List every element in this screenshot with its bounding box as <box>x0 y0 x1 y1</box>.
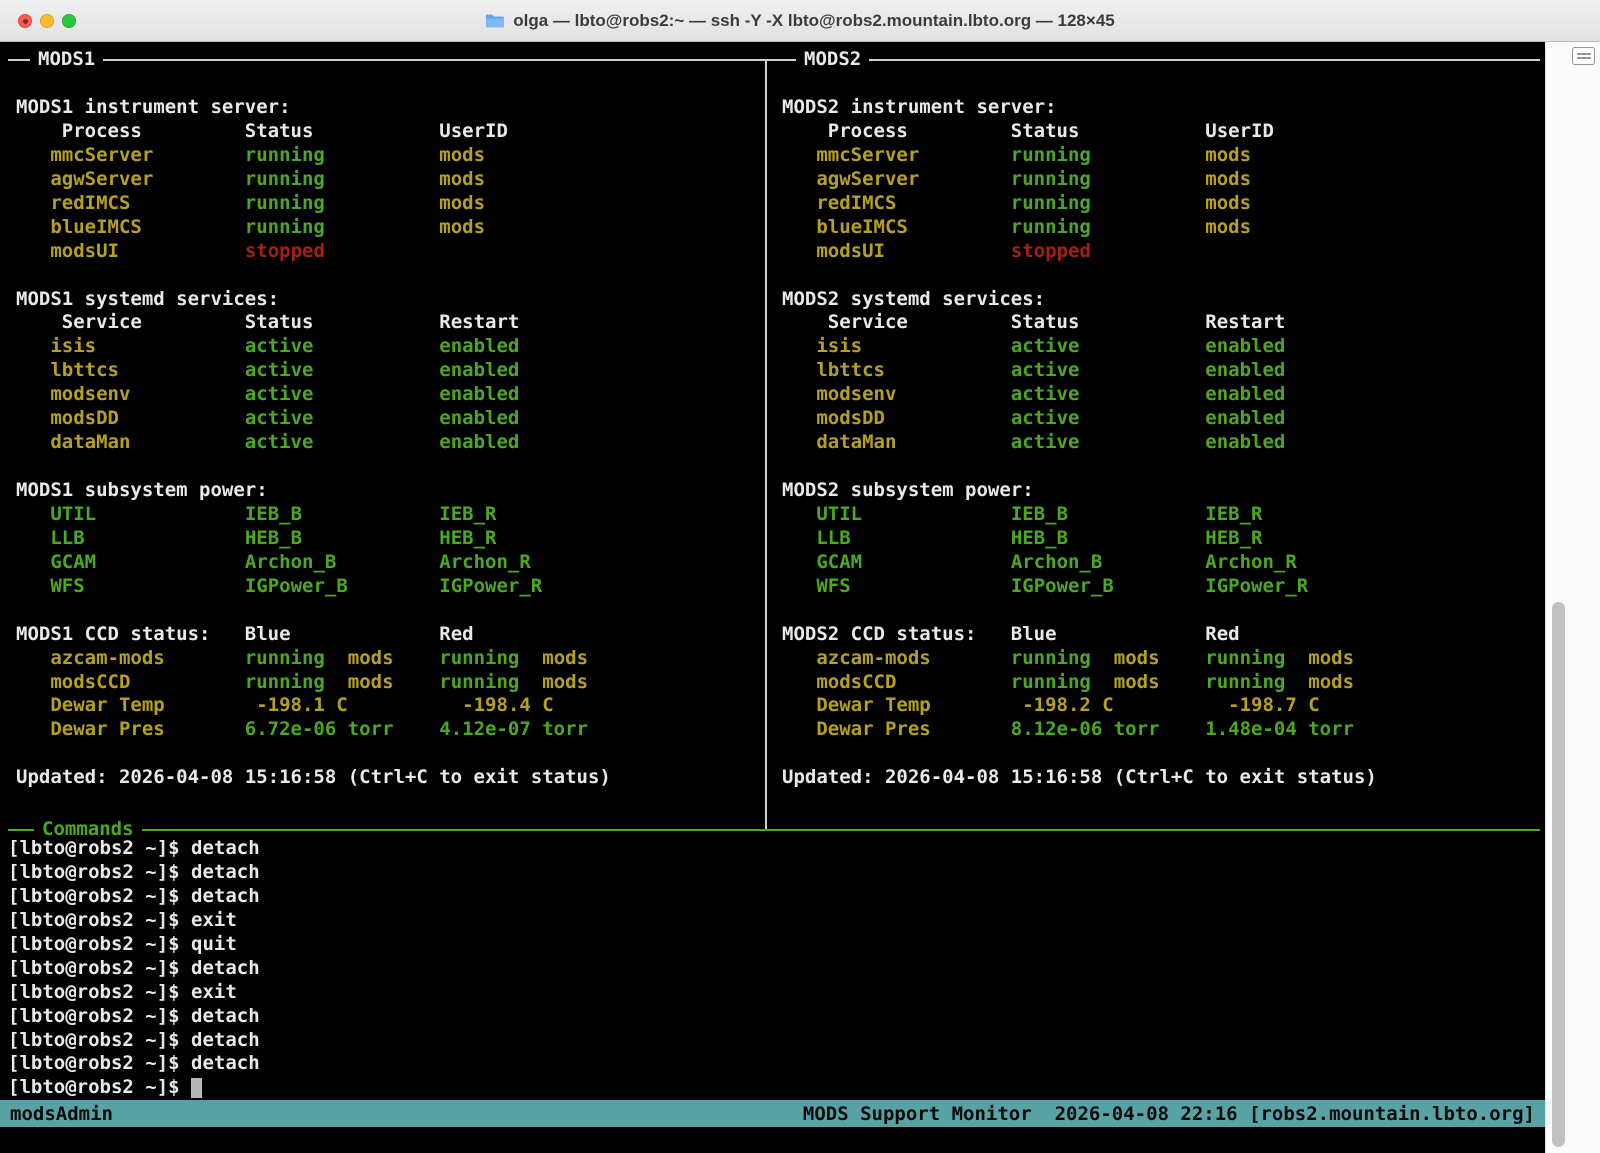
terminal-line <box>16 742 760 766</box>
terminal-line: Dewar Temp -198.2 C -198.7 C <box>782 694 1540 718</box>
terminal-line: modsenv active enabled <box>16 383 760 407</box>
terminal-line: WFS IGPower_B IGPower_R <box>782 575 1540 599</box>
terminal-line: [lbto@robs2 ~]$ quit <box>8 933 1538 957</box>
terminal-line <box>16 455 760 479</box>
terminal-line: Dewar Pres 8.12e-06 torr 1.48e-04 torr <box>782 718 1540 742</box>
terminal-line: modsCCD running mods running mods <box>782 671 1540 695</box>
terminal-line: azcam-mods running mods running mods <box>782 647 1540 671</box>
terminal-line: [lbto@robs2 ~]$ detach <box>8 1052 1538 1076</box>
terminal-line: MODS2 systemd services: <box>782 288 1540 312</box>
terminal-line: agwServer running mods <box>16 168 760 192</box>
terminal-line: WFS IGPower_B IGPower_R <box>16 575 760 599</box>
terminal-line <box>782 599 1540 623</box>
terminal-line: blueIMCS running mods <box>782 216 1540 240</box>
terminal-line: [lbto@robs2 ~]$ <box>8 1076 1538 1100</box>
terminal-window: olga — lbto@robs2:~ — ssh -Y -X lbto@rob… <box>0 0 1600 1153</box>
pane-label-mods1: MODS1 <box>30 47 103 71</box>
terminal-line: [lbto@robs2 ~]$ detach <box>8 837 1538 861</box>
tmux-status-bar: modsAdmin MODS Support Monitor 2026-04-0… <box>0 1100 1545 1127</box>
terminal-line: modsenv active enabled <box>782 383 1540 407</box>
panes-top-border <box>8 59 1540 61</box>
terminal-line: blueIMCS running mods <box>16 216 760 240</box>
status-right: MODS Support Monitor 2026-04-08 22:16 [r… <box>803 1103 1535 1125</box>
zoom-button[interactable] <box>62 14 76 28</box>
titlebar[interactable]: olga — lbto@robs2:~ — ssh -Y -X lbto@rob… <box>0 0 1600 42</box>
terminal-line: Process Status UserID <box>16 120 760 144</box>
terminal-line: modsDD active enabled <box>16 407 760 431</box>
window-controls <box>18 0 76 42</box>
terminal-line: Dewar Temp -198.1 C -198.4 C <box>16 694 760 718</box>
terminal-line: MODS1 systemd services: <box>16 288 760 312</box>
terminal-line: isis active enabled <box>16 335 760 359</box>
terminal-line: [lbto@robs2 ~]$ detach <box>8 957 1538 981</box>
terminal-line: Dewar Pres 6.72e-06 torr 4.12e-07 torr <box>16 718 760 742</box>
terminal-line: modsCCD running mods running mods <box>16 671 760 695</box>
scrollbar-track[interactable] <box>1545 42 1600 1153</box>
terminal-line: [lbto@robs2 ~]$ detach <box>8 885 1538 909</box>
terminal-line: MODS2 subsystem power: <box>782 479 1540 503</box>
terminal-line <box>16 599 760 623</box>
terminal-line: lbttcs active enabled <box>782 359 1540 383</box>
terminal-line: dataMan active enabled <box>16 431 760 455</box>
terminal-line: [lbto@robs2 ~]$ detach <box>8 861 1538 885</box>
terminal-line: LLB HEB_B HEB_R <box>782 527 1540 551</box>
terminal-line: [lbto@robs2 ~]$ exit <box>8 981 1538 1005</box>
terminal-content: MODS1 MODS2 Commands MODS1 instrument se… <box>0 42 1600 1153</box>
terminal-line: MODS1 instrument server: <box>16 96 760 120</box>
pane-label-mods2: MODS2 <box>796 47 869 71</box>
terminal-line: [lbto@robs2 ~]$ exit <box>8 909 1538 933</box>
window-title: olga — lbto@robs2:~ — ssh -Y -X lbto@rob… <box>0 11 1600 31</box>
terminal-line: MODS2 instrument server: <box>782 96 1540 120</box>
terminal-line: UTIL IEB_B IEB_R <box>16 503 760 527</box>
terminal-line: Process Status UserID <box>782 120 1540 144</box>
terminal-line: mmcServer running mods <box>16 144 760 168</box>
mods1-pane[interactable]: MODS1 instrument server: Process Status … <box>16 96 760 790</box>
pane-divider[interactable] <box>765 59 767 829</box>
terminal-cursor <box>191 1078 202 1098</box>
terminal-line: Service Status Restart <box>782 311 1540 335</box>
terminal-line: MODS1 subsystem power: <box>16 479 760 503</box>
terminal-line <box>782 264 1540 288</box>
folder-icon <box>485 13 505 29</box>
terminal-line: redIMCS running mods <box>782 192 1540 216</box>
terminal-line: Updated: 2026-04-08 15:16:58 (Ctrl+C to … <box>16 766 760 790</box>
pane-layout-icon[interactable] <box>1572 47 1595 65</box>
terminal-line: LLB HEB_B HEB_R <box>16 527 760 551</box>
session-name: modsAdmin <box>10 1103 113 1125</box>
terminal-line: modsDD active enabled <box>782 407 1540 431</box>
terminal-line: [lbto@robs2 ~]$ detach <box>8 1029 1538 1053</box>
terminal-line: redIMCS running mods <box>16 192 760 216</box>
commands-pane[interactable]: [lbto@robs2 ~]$ detach[lbto@robs2 ~]$ de… <box>8 837 1538 1100</box>
terminal-line <box>782 455 1540 479</box>
mods2-pane[interactable]: MODS2 instrument server: Process Status … <box>782 96 1540 790</box>
minimize-button[interactable] <box>40 14 54 28</box>
terminal-line: MODS1 CCD status: Blue Red <box>16 623 760 647</box>
window-title-text: olga — lbto@robs2:~ — ssh -Y -X lbto@rob… <box>513 11 1114 31</box>
terminal-line: mmcServer running mods <box>782 144 1540 168</box>
terminal-line <box>782 742 1540 766</box>
terminal-line: UTIL IEB_B IEB_R <box>782 503 1540 527</box>
terminal-line: isis active enabled <box>782 335 1540 359</box>
terminal-line: dataMan active enabled <box>782 431 1540 455</box>
terminal-line: MODS2 CCD status: Blue Red <box>782 623 1540 647</box>
terminal-line: GCAM Archon_B Archon_R <box>16 551 760 575</box>
terminal-line: Updated: 2026-04-08 15:16:58 (Ctrl+C to … <box>782 766 1540 790</box>
terminal-line <box>16 264 760 288</box>
terminal-line: azcam-mods running mods running mods <box>16 647 760 671</box>
commands-pane-border <box>8 829 1540 831</box>
terminal-line: modsUI stopped <box>782 240 1540 264</box>
terminal-line: agwServer running mods <box>782 168 1540 192</box>
terminal-line: [lbto@robs2 ~]$ detach <box>8 1005 1538 1029</box>
terminal-line: GCAM Archon_B Archon_R <box>782 551 1540 575</box>
scrollbar-thumb[interactable] <box>1552 602 1565 1147</box>
terminal-line: lbttcs active enabled <box>16 359 760 383</box>
close-button[interactable] <box>18 14 32 28</box>
terminal-line: Service Status Restart <box>16 311 760 335</box>
terminal-line: modsUI stopped <box>16 240 760 264</box>
